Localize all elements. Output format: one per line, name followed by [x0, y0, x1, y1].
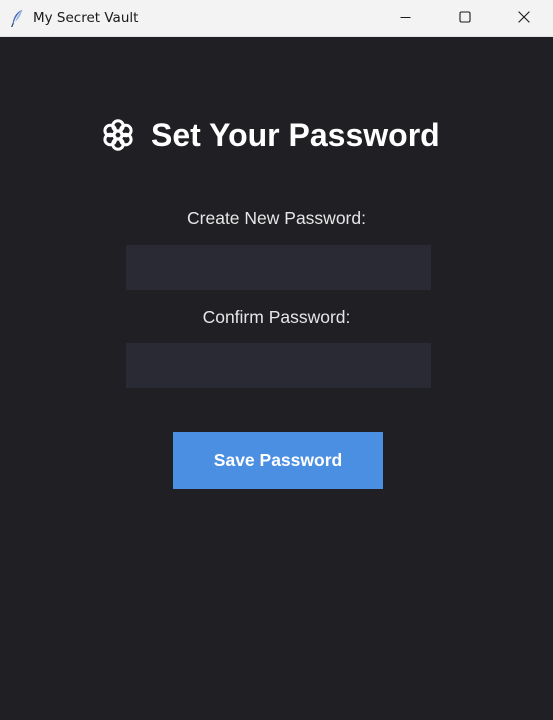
close-button[interactable] — [494, 0, 553, 37]
gear-icon — [98, 115, 138, 155]
minimize-button[interactable] — [376, 0, 435, 37]
save-password-button[interactable]: Save Password — [173, 432, 383, 489]
new-password-field[interactable] — [126, 245, 431, 290]
window-title: My Secret Vault — [33, 10, 139, 26]
page-title: Set Your Password — [151, 116, 440, 153]
confirm-password-label: Confirm Password: — [202, 307, 351, 327]
page-heading: Set Your Password — [98, 113, 440, 157]
close-icon — [517, 10, 530, 28]
maximize-button[interactable] — [435, 0, 494, 37]
feather-icon — [9, 9, 25, 27]
confirm-password-field[interactable] — [126, 343, 431, 388]
maximize-icon — [458, 10, 471, 28]
new-password-label: Create New Password: — [187, 208, 366, 228]
window-controls — [376, 0, 553, 37]
title-bar: My Secret Vault — [0, 0, 553, 37]
minimize-icon — [400, 10, 411, 28]
app-window: My Secret Vault Set Your Password Create… — [0, 0, 553, 720]
